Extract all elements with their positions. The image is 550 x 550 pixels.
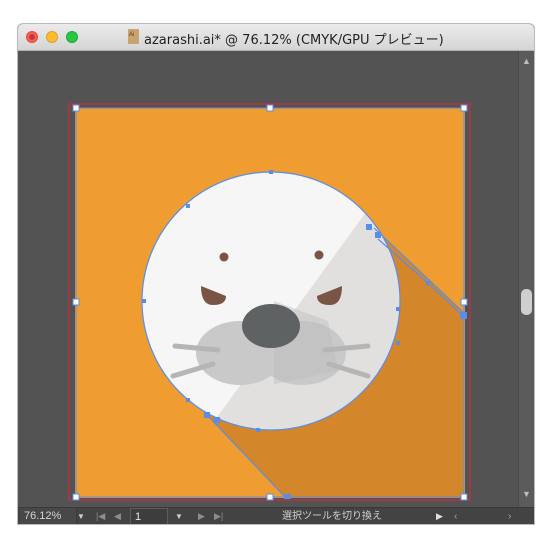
anchor-point[interactable]: [186, 204, 190, 208]
scroll-left-icon[interactable]: ‹: [454, 508, 457, 524]
minimize-button[interactable]: [46, 31, 58, 43]
anchor-point[interactable]: [366, 224, 372, 230]
anchor-point[interactable]: [269, 170, 273, 174]
anchor-point[interactable]: [142, 299, 146, 303]
last-page-icon[interactable]: ▶|: [214, 508, 223, 524]
handle-bottom-right[interactable]: [460, 493, 468, 501]
nose: [242, 304, 300, 348]
page-dropdown-icon[interactable]: ▼: [172, 508, 186, 524]
anchor-point[interactable]: [460, 312, 467, 319]
zoom-level-field[interactable]: 76.12%: [20, 508, 77, 524]
left-brow: [219, 252, 229, 262]
right-brow: [314, 250, 324, 260]
close-icon: [29, 34, 35, 40]
anchor-point[interactable]: [426, 281, 430, 285]
next-page-icon[interactable]: ▶: [198, 508, 205, 524]
anchor-point[interactable]: [396, 341, 400, 345]
anchor-point[interactable]: [186, 398, 190, 402]
current-tool-status: 選択ツールを切り換え: [282, 511, 382, 522]
zoom-dropdown-icon[interactable]: ▼: [74, 508, 88, 524]
status-bar: 76.12% ▼ |◀ ◀ 1 ▼ ▶ ▶| 選択ツールを切り換え ▶ ‹ ›: [18, 507, 534, 524]
anchor-point[interactable]: [375, 232, 381, 238]
window-title: azarashi.ai* @ 76.12% (CMYK/GPU プレビュー): [144, 33, 444, 48]
anchor-point[interactable]: [396, 307, 400, 311]
anchor-point[interactable]: [284, 494, 291, 499]
scroll-down-icon[interactable]: ▼: [522, 489, 531, 499]
previous-page-icon[interactable]: ◀: [114, 508, 121, 524]
scroll-up-icon[interactable]: ▲: [522, 56, 531, 66]
canvas-pasteboard[interactable]: [18, 51, 518, 507]
scroll-thumb[interactable]: [521, 289, 532, 315]
anchor-point[interactable]: [256, 428, 260, 432]
scroll-right-icon[interactable]: ›: [508, 508, 511, 524]
artwork-canvas[interactable]: [18, 51, 518, 507]
handle-bottom-center[interactable]: [266, 493, 274, 501]
close-button[interactable]: [26, 31, 38, 43]
document-icon: Ai: [128, 29, 139, 44]
status-menu-icon[interactable]: ▶: [436, 508, 443, 524]
handle-top-right[interactable]: [460, 104, 468, 112]
handle-bottom-left[interactable]: [72, 493, 80, 501]
title-bar[interactable]: Ai azarashi.ai* @ 76.12% (CMYK/GPU プレビュー…: [18, 24, 534, 51]
illustrator-document-window: Ai azarashi.ai* @ 76.12% (CMYK/GPU プレビュー…: [18, 24, 534, 524]
anchor-point[interactable]: [214, 417, 220, 423]
handle-top-center[interactable]: [266, 104, 274, 112]
handle-middle-right[interactable]: [460, 298, 468, 306]
anchor-point[interactable]: [204, 412, 210, 418]
handle-top-left[interactable]: [72, 104, 80, 112]
page-number-field[interactable]: 1: [130, 508, 168, 524]
maximize-button[interactable]: [66, 31, 78, 43]
vertical-scrollbar[interactable]: ▲ ▼: [518, 51, 534, 507]
first-page-icon[interactable]: |◀: [96, 508, 105, 524]
handle-middle-left[interactable]: [72, 298, 80, 306]
document-icon-label: Ai: [129, 32, 135, 38]
